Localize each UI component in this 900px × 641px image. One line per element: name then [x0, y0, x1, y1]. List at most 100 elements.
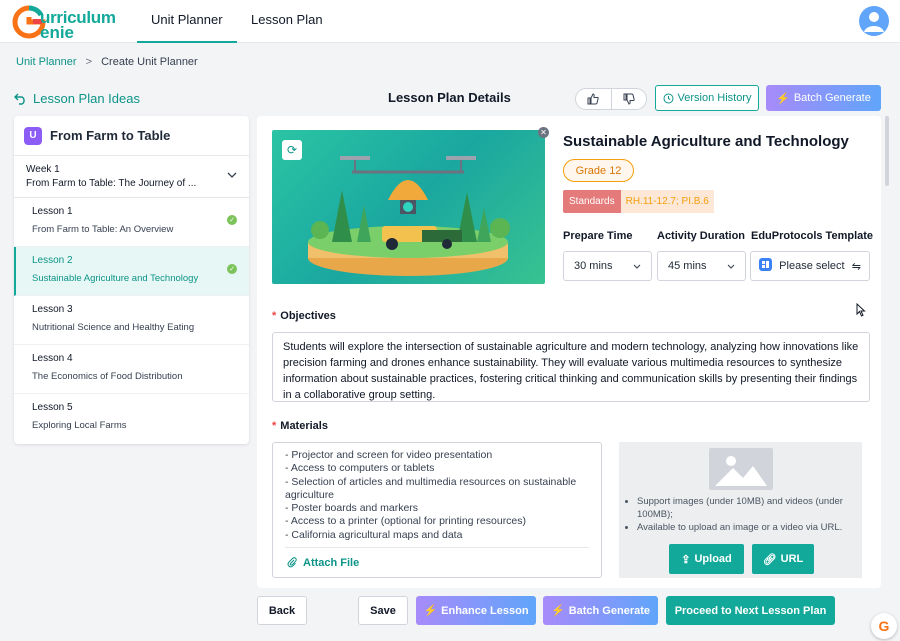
magic-wand-icon: ⚡ [423, 605, 438, 617]
lesson-title: The Economics of Food Distribution [32, 371, 183, 382]
tab-unit-planner[interactable]: Unit Planner [137, 0, 237, 43]
lesson-label: Lesson 3 [32, 304, 73, 315]
user-icon [864, 12, 884, 32]
user-avatar[interactable] [859, 6, 889, 36]
lesson-item-1[interactable]: Lesson 1 From Farm to Table: An Overview… [14, 198, 249, 247]
regenerate-image-icon[interactable]: ⟳ [282, 140, 302, 160]
batch-generate-label: Batch Generate [793, 92, 871, 104]
objectives-label-text: Objectives [280, 310, 336, 322]
breadcrumb-current: Create Unit Planner [101, 56, 198, 68]
remove-image-icon[interactable]: ✕ [538, 127, 549, 138]
breadcrumb-link-unit-planner[interactable]: Unit Planner [16, 56, 77, 68]
activity-duration-label: Activity Duration [657, 230, 746, 242]
proceed-next-lesson-button[interactable]: Proceed to Next Lesson Plan [666, 596, 835, 625]
lesson-label: Lesson 4 [32, 353, 73, 364]
save-button[interactable]: Save [358, 596, 408, 625]
logo-word-2: enie [40, 23, 75, 42]
material-item: - Access to a printer (optional for prin… [285, 515, 527, 528]
page-title: Lesson Plan Details [388, 90, 511, 105]
divider [285, 547, 589, 548]
url-label: URL [780, 553, 804, 565]
url-button[interactable]: 🔗︎ URL [752, 544, 814, 574]
lesson-details-panel: ⟳ ✕ Sustainable Agriculture and Technolo… [257, 116, 881, 588]
lesson-plan-ideas-label: Lesson Plan Ideas [33, 91, 140, 106]
genie-g-icon: G [878, 618, 890, 634]
lesson-title: Sustainable Agriculture and Technology [32, 273, 199, 284]
undo-arrow-icon [14, 93, 25, 105]
swap-icon: ⇋ [851, 260, 861, 273]
template-grid-icon [759, 258, 772, 274]
mouse-cursor-icon [856, 302, 866, 320]
lesson-item-2[interactable]: Lesson 2 Sustainable Agriculture and Tec… [14, 247, 249, 296]
app-logo[interactable]: urriculum enie [12, 4, 134, 42]
attach-file-label: Attach File [303, 557, 360, 569]
standards-badge: Standards RH.11-12.7; PI.B.6 [563, 190, 714, 213]
unit-title: From Farm to Table [50, 128, 171, 143]
thumbs-up-icon[interactable] [576, 89, 612, 109]
upload-button[interactable]: ⇪ Upload [669, 544, 744, 574]
lesson-title: From Farm to Table: An Overview [32, 224, 174, 235]
lesson-label: Lesson 5 [32, 402, 73, 413]
objectives-textarea[interactable]: Students will explore the intersection o… [272, 332, 870, 402]
template-label: EduProtocols Template [751, 230, 874, 242]
upload-note: Available to upload an image or a video … [637, 521, 859, 534]
attach-file-button[interactable]: Attach File [287, 557, 359, 572]
material-item: - Poster boards and markers [285, 502, 419, 515]
lesson-item-3[interactable]: Lesson 3 Nutritional Science and Healthy… [14, 296, 249, 345]
back-button[interactable]: Back [257, 596, 307, 625]
link-icon: 🔗︎ [762, 553, 777, 566]
batch-generate-button[interactable]: ⚡ Batch Generate [766, 85, 881, 111]
week-item[interactable]: Week 1 From Farm to Table: The Journey o… [14, 156, 249, 198]
chevron-down-icon [727, 260, 735, 272]
chevron-down-icon [633, 260, 641, 272]
lesson-cover-image: ⟳ [272, 130, 545, 284]
unit-icon: U [24, 126, 42, 145]
prepare-time-value: 30 mins [574, 260, 613, 272]
material-item: - Access to computers or tablets [285, 462, 435, 475]
materials-label: * Materials [272, 420, 328, 432]
lesson-title: Exploring Local Farms [32, 420, 127, 431]
required-asterisk: * [272, 310, 277, 322]
check-icon: ✓ [227, 264, 237, 274]
version-history-label: Version History [677, 92, 752, 104]
lesson-label: Lesson 2 [32, 255, 73, 266]
lesson-label: Lesson 1 [32, 206, 73, 217]
template-value: Please select [779, 260, 845, 272]
prepare-time-select[interactable]: 30 mins [563, 251, 652, 281]
footer-batch-generate-button[interactable]: ⚡ Batch Generate [543, 596, 658, 625]
material-item: - Selection of articles and multimedia r… [285, 475, 577, 501]
magic-wand-icon: ⚡ [550, 605, 565, 617]
magic-wand-icon: ⚡ [776, 92, 790, 105]
breadcrumb: Unit Planner > Create Unit Planner [16, 56, 198, 68]
grade-badge: Grade 12 [563, 159, 634, 182]
thumbs-down-icon[interactable] [612, 89, 647, 109]
tab-lesson-plan[interactable]: Lesson Plan [237, 0, 337, 43]
activity-duration-value: 45 mins [668, 260, 707, 272]
history-icon [663, 93, 673, 103]
material-item: - Projector and screen for video present… [285, 449, 493, 461]
assistant-fab-button[interactable]: G [871, 613, 897, 639]
unit-header: U From Farm to Table [14, 116, 249, 156]
upload-label: Upload [694, 553, 732, 565]
lesson-item-5[interactable]: Lesson 5 Exploring Local Farms [14, 394, 249, 443]
media-upload-area[interactable]: Support images (under 10MB) and videos (… [619, 442, 862, 578]
chevron-down-icon[interactable] [227, 170, 237, 181]
objectives-label: * Objectives [272, 310, 336, 322]
week-subtitle: From Farm to Table: The Journey of ... [26, 178, 197, 189]
version-history-button[interactable]: Version History [655, 85, 759, 111]
activity-duration-select[interactable]: 45 mins [657, 251, 746, 281]
lesson-item-4[interactable]: Lesson 4 The Economics of Food Distribut… [14, 345, 249, 394]
enhance-lesson-label: Enhance Lesson [441, 604, 529, 617]
standards-value: RH.11-12.7; PI.B.6 [620, 190, 714, 213]
image-placeholder-icon [709, 448, 773, 490]
enhance-lesson-button[interactable]: ⚡ Enhance Lesson [416, 596, 536, 625]
scrollbar[interactable] [885, 116, 889, 186]
lesson-plan-ideas-link[interactable]: Lesson Plan Ideas [14, 91, 140, 106]
required-asterisk: * [272, 420, 277, 432]
materials-textarea[interactable]: - Projector and screen for video present… [272, 442, 602, 578]
material-item: - California agricultural maps and data [285, 528, 463, 541]
farm-drone-illustration [308, 156, 510, 276]
template-select[interactable]: Please select ⇋ [750, 251, 870, 281]
week-label: Week 1 [26, 164, 60, 175]
lesson-title: Nutritional Science and Healthy Eating [32, 322, 195, 333]
